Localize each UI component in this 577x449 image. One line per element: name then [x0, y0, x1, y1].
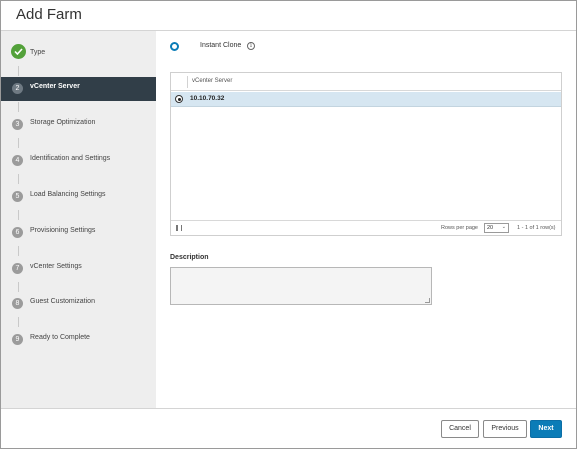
step-ready-to-complete[interactable]: 9 Ready to Complete [1, 328, 156, 352]
step-connector [18, 246, 19, 256]
description-label: Description [170, 254, 209, 261]
rows-per-page-value: 20 [487, 225, 494, 231]
check-icon [11, 44, 26, 59]
info-icon[interactable]: i [247, 42, 255, 50]
row-select-radio[interactable] [175, 95, 183, 103]
vcenter-server-cell: 10.10.70.32 [190, 95, 225, 102]
step-number: 9 [12, 334, 23, 345]
step-label: Storage Optimization [30, 119, 96, 126]
step-connector [18, 102, 19, 112]
wizard-content: Instant Clone i vCenter Server 10.10.70.… [156, 31, 576, 408]
step-number: 2 [12, 83, 23, 94]
step-number: 4 [12, 155, 23, 166]
step-label: Load Balancing Settings [30, 191, 106, 198]
rows-per-page-label: Rows per page [441, 225, 478, 231]
rows-per-page-select[interactable]: 20 ⌄ [484, 223, 509, 233]
wizard-steps-sidebar: Type 2 vCenter Server 3 Storage Optimiza… [1, 31, 156, 408]
step-label: Ready to Complete [30, 334, 90, 341]
instant-clone-label: Instant Clone [200, 42, 242, 49]
step-load-balancing-settings[interactable]: 5 Load Balancing Settings [1, 185, 156, 209]
step-number: 3 [12, 119, 23, 130]
step-label: vCenter Server [30, 83, 80, 90]
step-connector [18, 282, 19, 292]
resize-grip-icon[interactable] [425, 298, 430, 303]
step-connector [18, 210, 19, 220]
step-connector [18, 138, 19, 148]
instant-clone-radio[interactable] [170, 42, 179, 51]
step-label: Identification and Settings [30, 155, 111, 162]
step-provisioning-settings[interactable]: 6 Provisioning Settings [1, 221, 156, 245]
column-header-vcenter-server[interactable]: vCenter Server [192, 78, 232, 84]
step-number: 5 [12, 191, 23, 202]
cancel-button[interactable]: Cancel [441, 420, 479, 438]
grid-footer: Rows per page 20 ⌄ 1 - 1 of 1 row(s) [171, 220, 561, 235]
next-button[interactable]: Next [530, 420, 562, 438]
step-label: Guest Customization [30, 298, 95, 305]
step-storage-optimization[interactable]: 3 Storage Optimization [1, 113, 156, 137]
table-row[interactable]: 10.10.70.32 [171, 92, 561, 107]
step-number: 6 [12, 227, 23, 238]
step-label: Type [30, 49, 46, 56]
step-number: 7 [12, 263, 23, 274]
step-type[interactable]: Type [1, 41, 156, 65]
previous-button[interactable]: Previous [483, 420, 527, 438]
step-number: 8 [12, 298, 23, 309]
grid-header: vCenter Server [171, 73, 561, 91]
dialog-footer: Cancel Previous Next [1, 408, 576, 448]
column-divider [187, 76, 188, 88]
step-vcenter-settings[interactable]: 7 vCenter Settings [1, 257, 156, 281]
step-connector [18, 174, 19, 184]
step-label: vCenter Settings [30, 263, 82, 270]
dialog-header: Add Farm [1, 1, 576, 31]
step-connector [18, 317, 19, 327]
step-vcenter-server[interactable]: 2 vCenter Server [1, 77, 156, 101]
step-identification-and-settings[interactable]: 4 Identification and Settings [1, 149, 156, 173]
column-toggle-icon[interactable] [176, 225, 182, 231]
step-connector [18, 66, 19, 76]
step-label: Provisioning Settings [30, 227, 96, 234]
chevron-down-icon: ⌄ [501, 224, 506, 230]
dialog-title: Add Farm [16, 6, 82, 23]
pagination-info: 1 - 1 of 1 row(s) [517, 225, 556, 231]
description-textarea[interactable] [170, 267, 432, 305]
step-guest-customization[interactable]: 8 Guest Customization [1, 292, 156, 316]
add-farm-dialog: Add Farm Type 2 vCenter Server 3 Storage… [0, 0, 577, 449]
vcenter-server-grid: vCenter Server 10.10.70.32 Rows per page… [170, 72, 562, 236]
